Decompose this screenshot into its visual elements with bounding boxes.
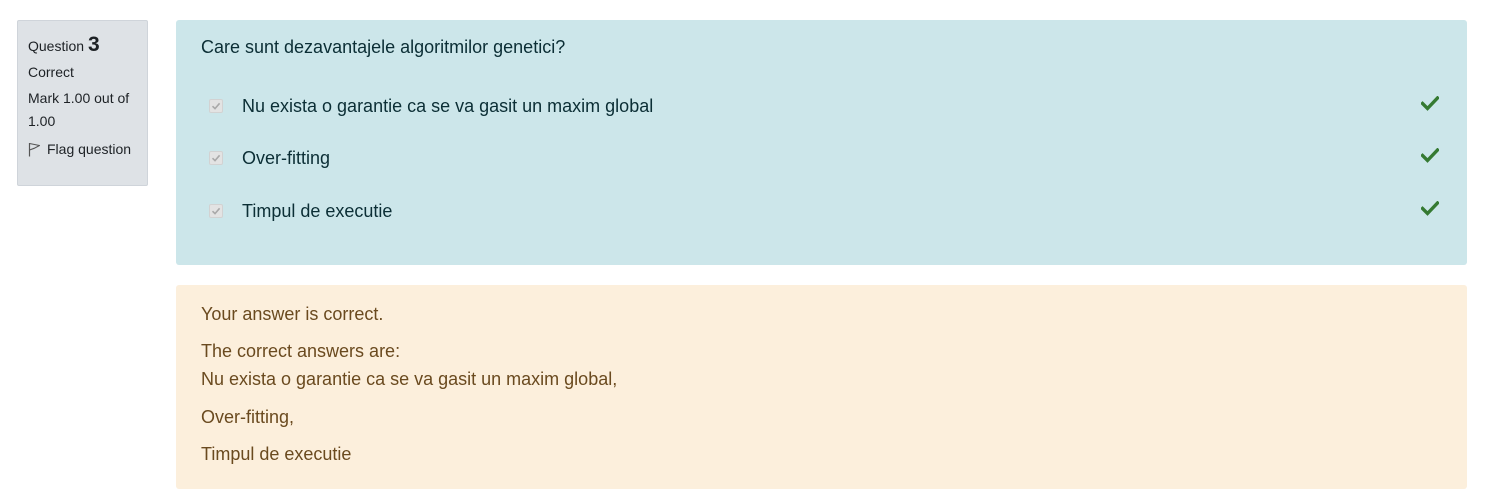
question-info-panel: Question 3 Correct Mark 1.00 out of 1.00… xyxy=(17,20,148,186)
correct-tick-icon xyxy=(1421,96,1439,111)
answer-option: Over-fitting xyxy=(209,145,1439,171)
question-number: 3 xyxy=(88,33,100,56)
answer-label: Nu exista o garantie ca se va gasit un m… xyxy=(242,95,654,116)
answer-checkbox[interactable] xyxy=(209,204,223,218)
question-label: Question xyxy=(28,38,85,54)
flag-icon xyxy=(28,142,41,156)
correct-tick-icon xyxy=(1421,201,1439,216)
correct-answer-item: Over-fitting, xyxy=(201,407,295,427)
question-text: Care sunt dezavantajele algoritmilor gen… xyxy=(201,37,566,57)
answer-checkbox[interactable] xyxy=(209,151,223,165)
correct-answer-item: Timpul de executie xyxy=(201,444,352,464)
answer-option: Nu exista o garantie ca se va gasit un m… xyxy=(209,93,1439,119)
correct-answers-heading: The correct answers are: xyxy=(201,341,401,361)
answer-option: Timpul de executie xyxy=(209,198,1439,224)
feedback-summary: Your answer is correct. xyxy=(201,304,384,324)
checkbox-check-icon xyxy=(211,207,221,215)
correct-tick-icon xyxy=(1421,148,1439,163)
question-grade: Mark 1.00 out of 1.00 xyxy=(28,90,130,129)
question-state: Correct xyxy=(28,64,74,80)
flag-question-label: Flag question xyxy=(47,141,132,157)
correct-answer-item: Nu exista o garantie ca se va gasit un m… xyxy=(201,369,618,389)
answer-label: Timpul de executie xyxy=(242,200,393,221)
checkbox-check-icon xyxy=(211,154,221,162)
answer-checkbox[interactable] xyxy=(209,99,223,113)
answer-label: Over-fitting xyxy=(242,147,331,168)
question-number-line: Question 3 xyxy=(28,33,137,56)
flag-question-button[interactable]: Flag question xyxy=(28,141,137,157)
question-content: Care sunt dezavantajele algoritmilor gen… xyxy=(176,20,1467,265)
checkbox-check-icon xyxy=(211,102,221,110)
feedback-panel: Your answer is correct. The correct answ… xyxy=(176,285,1467,489)
